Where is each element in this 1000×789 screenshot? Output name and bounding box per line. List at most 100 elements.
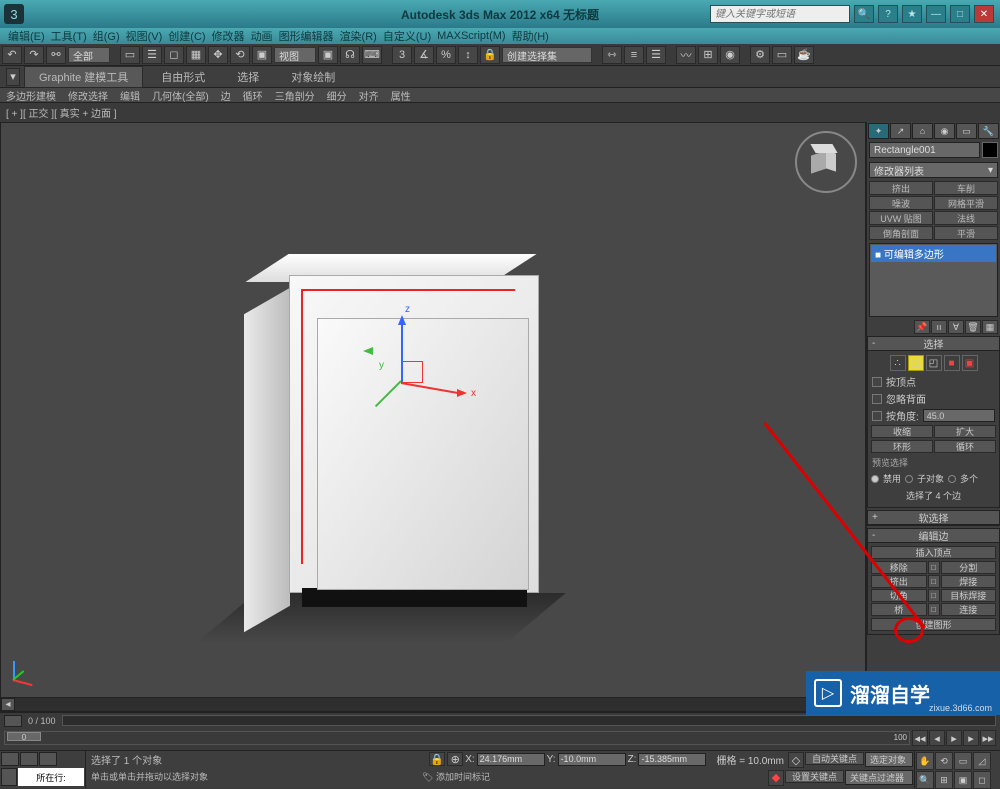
radio-multi[interactable]: [948, 475, 956, 483]
time-track[interactable]: [62, 715, 996, 726]
bridge-button[interactable]: 桥: [871, 603, 927, 616]
timeline-slider[interactable]: 0 100: [4, 731, 910, 745]
search-icon[interactable]: 🔍: [854, 5, 874, 23]
menu-create[interactable]: 创建(C): [168, 28, 205, 44]
lock-icon[interactable]: 🔒: [429, 752, 445, 766]
coord-y[interactable]: -10.0mm: [558, 753, 626, 766]
config-icon[interactable]: ▦: [982, 320, 998, 334]
loop-button[interactable]: 循环: [934, 440, 996, 453]
ribbon-tab-select[interactable]: 选择: [223, 67, 273, 87]
rollout-head-edit[interactable]: -编辑边: [868, 529, 999, 543]
mod-noise[interactable]: 噪波: [869, 196, 933, 210]
sub-align[interactable]: 对齐: [359, 88, 379, 103]
play-back-icon[interactable]: ◂◂: [912, 730, 928, 746]
weld-button[interactable]: 焊接: [941, 575, 997, 588]
ring-button[interactable]: 环形: [871, 440, 933, 453]
motion-tab-icon[interactable]: ◉: [934, 123, 955, 139]
close-button[interactable]: ✕: [974, 5, 994, 23]
modifier-list[interactable]: 修改器列表▾: [869, 162, 998, 178]
center-icon[interactable]: ▣: [318, 46, 338, 64]
time-config-icon[interactable]: [4, 715, 22, 727]
render-setup-icon[interactable]: ⚙: [750, 46, 770, 64]
remove-icon[interactable]: 🗑: [965, 320, 981, 334]
play-icon[interactable]: ▸: [946, 730, 962, 746]
border-icon[interactable]: ◰: [926, 355, 942, 371]
zoom-icon[interactable]: 🔍: [916, 771, 934, 789]
grow-button[interactable]: 扩大: [934, 425, 996, 438]
menu-help[interactable]: 帮助(H): [512, 28, 549, 44]
link-icon[interactable]: ⚯: [46, 46, 66, 64]
selset-combo[interactable]: 创建选择集: [502, 47, 592, 63]
kbd-icon[interactable]: ⌨: [362, 46, 382, 64]
maximize-button[interactable]: □: [950, 5, 970, 23]
step-fwd-icon[interactable]: ▸: [963, 730, 979, 746]
select-name-icon[interactable]: ☰: [142, 46, 162, 64]
menu-tools[interactable]: 工具(T): [51, 28, 87, 44]
select-rect-icon[interactable]: ◻: [164, 46, 184, 64]
insert-vertex-button[interactable]: 插入顶点: [871, 546, 996, 559]
sub-poly[interactable]: 多边形建模: [6, 88, 56, 103]
object-color[interactable]: [982, 142, 998, 158]
rollout-head-sel[interactable]: -选择: [868, 337, 999, 351]
star-icon[interactable]: ★: [902, 5, 922, 23]
menu-group[interactable]: 组(G): [93, 28, 120, 44]
sub-tri[interactable]: 三角剖分: [275, 88, 315, 103]
mod-lathe[interactable]: 车削: [934, 181, 998, 195]
mod-smooth[interactable]: 平滑: [934, 226, 998, 240]
viewport-label[interactable]: [ + ][ 正交 ][ 真实 + 边面 ]: [0, 103, 1000, 122]
help-icon[interactable]: ?: [878, 5, 898, 23]
element-icon[interactable]: ▣: [962, 355, 978, 371]
remove-button[interactable]: 移除: [871, 561, 927, 574]
modifier-stack[interactable]: ■ 可编辑多边形: [869, 243, 998, 317]
render-frame-icon[interactable]: ▭: [772, 46, 792, 64]
app-logo[interactable]: 3: [4, 4, 24, 24]
ribbon-tab-graphite[interactable]: Graphite 建模工具: [24, 66, 143, 88]
create-shape-button[interactable]: 创建图形: [871, 618, 996, 631]
layers-icon[interactable]: ☰: [646, 46, 666, 64]
vertex-icon[interactable]: ∴: [890, 355, 906, 371]
mod-extrude[interactable]: 挤出: [869, 181, 933, 195]
rollout-head-soft[interactable]: +软选择: [868, 511, 999, 525]
bridge-settings[interactable]: □: [928, 603, 940, 616]
angle-spinner[interactable]: 45.0: [923, 409, 995, 422]
schematic-icon[interactable]: ⊞: [698, 46, 718, 64]
menu-edit[interactable]: 编辑(E): [8, 28, 45, 44]
hierarchy-tab-icon[interactable]: ⌂: [912, 123, 933, 139]
viewport[interactable]: z x y ◂▸: [0, 122, 866, 712]
redo-icon[interactable]: ↷: [24, 46, 44, 64]
menu-view[interactable]: 视图(V): [126, 28, 163, 44]
listener-icon[interactable]: [20, 752, 38, 766]
connect-button[interactable]: 连接: [941, 603, 997, 616]
chamfer-settings[interactable]: □: [928, 589, 940, 602]
fov-icon[interactable]: ◿: [973, 752, 991, 770]
curve-editor-icon[interactable]: 〰: [676, 46, 696, 64]
material-icon[interactable]: ◉: [720, 46, 740, 64]
stack-item-epoly[interactable]: ■ 可编辑多边形: [871, 245, 996, 262]
snap-3d-icon[interactable]: 3: [392, 46, 412, 64]
display-tab-icon[interactable]: ▭: [956, 123, 977, 139]
window-crossing-icon[interactable]: ▦: [186, 46, 206, 64]
ribbon-tab-paint[interactable]: 对象绘制: [277, 67, 349, 87]
align-icon[interactable]: ≡: [624, 46, 644, 64]
render-production-icon[interactable]: ☕: [794, 46, 814, 64]
menu-render[interactable]: 渲染(R): [340, 28, 377, 44]
object-name-field[interactable]: Rectangle001: [869, 142, 980, 158]
key-filter-combo[interactable]: 关键点过滤器: [845, 770, 913, 785]
mod-meshsmooth[interactable]: 网格平滑: [934, 196, 998, 210]
orbit-icon[interactable]: ⟲: [935, 752, 953, 770]
radio-disable[interactable]: [871, 475, 879, 483]
mod-uvw[interactable]: UVW 贴图: [869, 211, 933, 225]
chamfer-button[interactable]: 切角: [871, 589, 927, 602]
split-button[interactable]: 分割: [941, 561, 997, 574]
max-toggle-icon[interactable]: ◻: [973, 771, 991, 789]
pan-icon[interactable]: ✋: [916, 752, 934, 770]
utilities-tab-icon[interactable]: 🔧: [978, 123, 999, 139]
menu-maxscript[interactable]: MAXScript(M): [437, 30, 505, 42]
shrink-button[interactable]: 收缩: [871, 425, 933, 438]
chk-ignore[interactable]: [872, 394, 882, 404]
mod-bevelprof[interactable]: 倒角剖面: [869, 226, 933, 240]
location-field[interactable]: 所在行:: [18, 768, 84, 786]
step-back-icon[interactable]: ◂: [929, 730, 945, 746]
sub-prop[interactable]: 属性: [391, 88, 411, 103]
time-marker[interactable]: 0: [7, 732, 41, 741]
